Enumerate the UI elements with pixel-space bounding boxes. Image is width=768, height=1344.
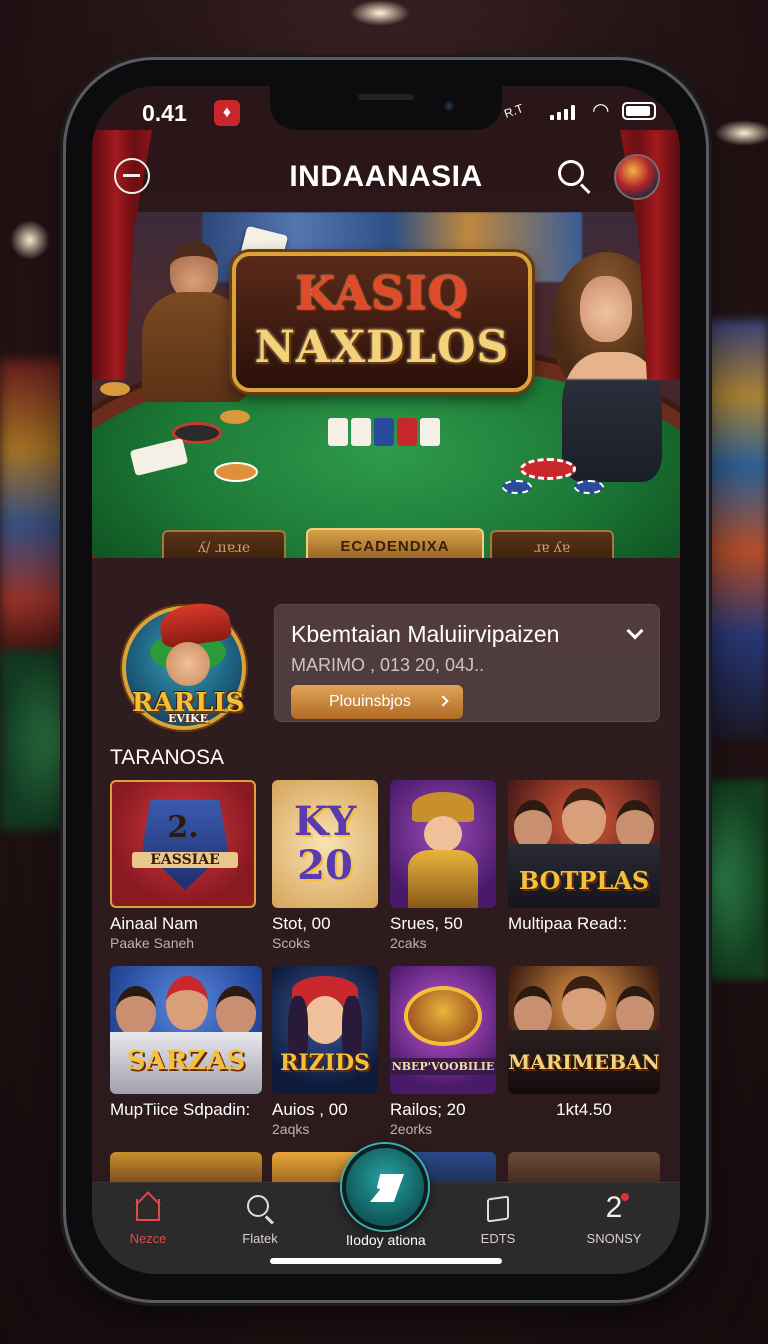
game-sub: Scoks (272, 935, 311, 951)
game-name: 1kt4.50 (556, 1100, 612, 1119)
game-sub: 2eorks (390, 1121, 433, 1137)
box-icon (481, 1193, 515, 1227)
chip-icon (220, 410, 250, 424)
nav-notifications[interactable]: 2 SNONSY (564, 1191, 664, 1246)
nav-edts[interactable]: EDTS (448, 1193, 548, 1246)
game-tile[interactable]: RIZIDS Auios , 00 2aqks (272, 966, 378, 1138)
game-tile[interactable]: NBEP'VOOBILIE Railos; 20 2eorks (390, 966, 496, 1138)
game-tile-art (390, 780, 496, 908)
bg-lamp (714, 120, 768, 146)
status-bar: 0.41 ♦ R.T ◠ (92, 86, 680, 142)
game-tile-art: MARIMEBAN (508, 966, 660, 1094)
game-name: Auios , 00 (272, 1100, 348, 1119)
featured-title: Kbemtaian Maluiirvipaizen (291, 621, 560, 647)
game-name: Ainaal Nam (110, 914, 198, 933)
game-tile[interactable]: Srues, 50 2caks (390, 780, 496, 952)
search-icon (243, 1193, 277, 1227)
phone-screen: 0.41 ♦ R.T ◠ INDAANASIA KASIQ NAXDLOS ʎ/… (92, 86, 680, 1274)
featured-play-button[interactable]: Plouinsbjos (291, 685, 463, 719)
bg-lamp (350, 0, 410, 26)
game-tile-art: SARZAS (110, 966, 262, 1094)
flame-icon: ♦ (214, 100, 240, 126)
battery-icon (622, 102, 656, 120)
search-icon (558, 160, 584, 186)
game-tile-label: RIZIDS (280, 1050, 370, 1076)
nav-home[interactable]: Nezce (98, 1191, 198, 1246)
hero-plaque-center[interactable]: ECADENDIXA (306, 528, 484, 558)
search-icon-handle (579, 183, 591, 195)
game-tile-art: KY 20 (272, 780, 378, 908)
phone-frame: 0.41 ♦ R.T ◠ INDAANASIA KASIQ NAXDLOS ʎ/… (66, 60, 706, 1300)
home-indicator[interactable] (270, 1258, 502, 1264)
notification-two-icon: 2 (597, 1191, 631, 1227)
hero-plaque-right: ɹɐ ʎɐ (490, 530, 614, 558)
hero-banner[interactable]: KASIQ NAXDLOS ʎ/ ɹıɐɹe ECADENDIXA ɹɐ ʎɐ (92, 212, 680, 558)
chip-icon (214, 462, 258, 482)
home-icon (131, 1191, 165, 1227)
game-tile-label: 2. (167, 810, 199, 845)
nav-notifications-label: SNONSY (586, 1231, 642, 1246)
game-tile-label: MARIMEBAN (508, 1050, 660, 1074)
game-tile-label: KY (293, 798, 357, 845)
featured-meta: MARIMO , 013 20, 04J.. (291, 655, 485, 675)
chevron-right-icon (437, 695, 449, 707)
game-sub: 2caks (390, 935, 427, 951)
featured-game-logo[interactable]: RARLIS EVIKE (122, 599, 246, 730)
center-action-label: lIodoy ationa (346, 1232, 426, 1248)
bg-table-right (706, 780, 768, 980)
nav-search-label: Flatek (242, 1231, 278, 1246)
bg-slot-machine-right (706, 320, 768, 740)
game-tile-art: NBEP'VOOBILIE (390, 966, 496, 1094)
arrow-icon (370, 1174, 404, 1202)
bg-lamp (10, 220, 50, 260)
game-tile-sublabel: EASSIAE (132, 852, 238, 868)
chevron-down-icon[interactable] (626, 622, 644, 640)
game-tile-art: BOTPLAS (508, 780, 660, 908)
game-tile-label: BOTPLAS (518, 866, 650, 895)
nav-home-label: Nezce (129, 1231, 167, 1246)
chip-icon (574, 480, 604, 494)
chip-icon (502, 480, 532, 494)
table-cards (328, 418, 440, 446)
game-name: MupTiice Sdpadin: (110, 1100, 251, 1119)
game-tile-art: 2. EASSIAE (110, 780, 256, 908)
game-tile-label: SARZAS (126, 1046, 246, 1076)
hero-plaque-left: ʎ/ ɹıɐɹe (162, 530, 286, 558)
game-name: Srues, 50 (390, 914, 463, 933)
network-label: R.T (502, 101, 526, 121)
game-tile[interactable]: KY 20 Stot, 00 Scoks (272, 780, 378, 952)
game-tile-art: RIZIDS (272, 966, 378, 1094)
game-tile-label: NBEP'VOOBILIE (390, 1058, 496, 1075)
nav-edts-label: EDTS (480, 1231, 516, 1246)
status-time: 0.41 (142, 100, 187, 126)
avatar[interactable] (614, 154, 660, 200)
bg-slot-machine-left (0, 360, 70, 660)
section-title: TARANOSA (110, 746, 224, 769)
center-action-button[interactable] (342, 1144, 428, 1230)
game-name: Multipaa Read:: (508, 914, 628, 933)
featured-card[interactable]: Kbemtaian Maluiirvipaizen MARIMO , 013 2… (274, 604, 660, 722)
game-sub: Paake Saneh (110, 935, 195, 951)
app-header: INDAANASIA (92, 142, 680, 212)
hero-logo-line1: KASIQ (295, 266, 469, 320)
game-tile[interactable]: SARZAS MupTiice Sdpadin: (110, 966, 262, 1120)
search-button[interactable] (554, 156, 594, 196)
featured-button-label: Plouinsbjos (329, 693, 411, 710)
signal-icon (550, 104, 575, 120)
game-name: Railos; 20 (390, 1100, 466, 1119)
game-name: Stot, 00 (272, 914, 331, 933)
game-tile[interactable]: MARIMEBAN 1kt4.50 (508, 966, 660, 1120)
chip-icon (520, 458, 576, 480)
nav-search[interactable]: Flatek (210, 1193, 310, 1246)
hero-logo: KASIQ NAXDLOS (232, 252, 532, 392)
game-sub: 2aqks (272, 1121, 310, 1137)
hero-logo-line2: NAXDLOS (254, 322, 510, 373)
game-tile[interactable]: BOTPLAS Multipaa Read:: (508, 780, 660, 934)
wifi-icon: ◠ (592, 100, 610, 122)
bg-table-left (0, 650, 70, 830)
game-tile-sublabel: 20 (297, 842, 353, 889)
game-tile[interactable]: 2. EASSIAE Ainaal Nam Paake Saneh (110, 780, 256, 952)
chip-icon (100, 382, 130, 396)
